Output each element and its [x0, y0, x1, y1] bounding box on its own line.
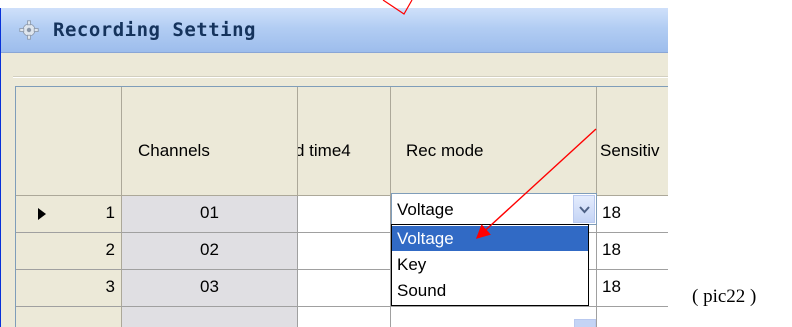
annotation-overlay — [382, 0, 597, 239]
annotation-arrow — [475, 128, 597, 239]
figure-caption: ( pic22 ) — [692, 286, 757, 307]
annotation-arrow-top — [382, 0, 413, 15]
